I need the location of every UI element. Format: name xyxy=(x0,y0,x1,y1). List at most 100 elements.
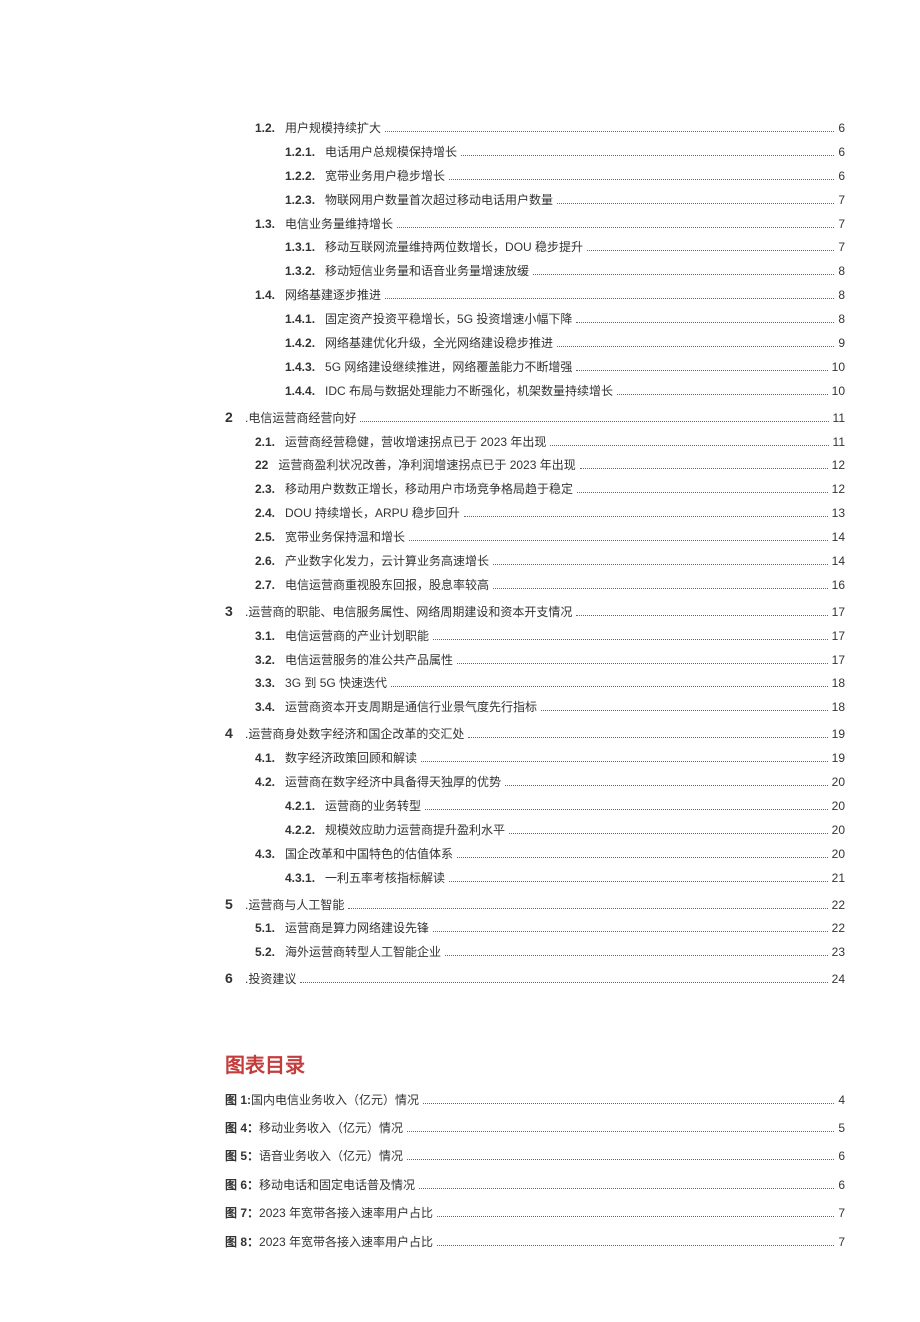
toc-entry[interactable]: 1.4.4.IDC 布局与数据处理能力不断强化，机架数量持续增长10 xyxy=(225,383,845,400)
toc-entry[interactable]: 1.3.1.移动互联网流量维持两位数增长，DOU 稳步提升7 xyxy=(225,239,845,256)
toc-entry[interactable]: 1.2.2.宽带业务用户稳步增长6 xyxy=(225,168,845,185)
toc-page-number: 17 xyxy=(832,628,845,645)
toc-number: 1.4. xyxy=(255,287,285,304)
toc-entry[interactable]: 1.2.1.电话用户总规模保持增长6 xyxy=(225,144,845,161)
toc-entry[interactable]: 1.2.用户规模持续扩大6 xyxy=(225,120,845,137)
toc-entry[interactable]: 3.3.3G 到 5G 快速迭代18 xyxy=(225,675,845,692)
toc-entry[interactable]: 4.2.2.规模效应助力运营商提升盈利水平20 xyxy=(225,822,845,839)
toc-title: 运营商在数字经济中具备得天独厚的优势 xyxy=(285,774,501,791)
toc-entry[interactable]: 4.3.国企改革和中国特色的估值体系20 xyxy=(225,846,845,863)
toc-entry[interactable]: 4.2.1.运营商的业务转型20 xyxy=(225,798,845,815)
toc-title: .运营商身处数字经济和国企改革的交汇处 xyxy=(245,726,464,743)
toc-number: 1.4.2. xyxy=(285,335,325,352)
toc-entry[interactable]: 4.3.1.一利五率考核指标解读21 xyxy=(225,870,845,887)
toc-entry[interactable]: 2.1.运营商经营稳健，营收增速拐点已于 2023 年出现11 xyxy=(225,434,845,451)
figure-entry[interactable]: 图 4：移动业务收入（亿元）情况5 xyxy=(225,1120,845,1137)
toc-entry[interactable]: 1.2.3.物联网用户数量首次超过移动电话用户数量7 xyxy=(225,192,845,209)
toc-entry[interactable]: 3.4.运营商资本开支周期是通信行业景气度先行指标18 xyxy=(225,699,845,716)
toc-page-number: 10 xyxy=(832,359,845,376)
toc-leader xyxy=(433,931,828,932)
toc-entry[interactable]: 3.运营商的职能、电信服务属性、网络周期建设和资本开支情况17 xyxy=(225,601,845,621)
toc-entry[interactable]: 1.3.2.移动短信业务量和语音业务量增速放缓8 xyxy=(225,263,845,280)
toc-leader xyxy=(541,710,828,711)
toc-entry[interactable]: 6.投资建议24 xyxy=(225,968,845,988)
toc-number: 1.4.1. xyxy=(285,311,325,328)
figure-entry[interactable]: 图 5：语音业务收入（亿元）情况6 xyxy=(225,1148,845,1165)
figure-leader xyxy=(437,1245,834,1246)
toc-leader xyxy=(461,155,834,156)
toc-leader xyxy=(300,982,827,983)
toc-entry[interactable]: 1.4.网络基建逐步推进8 xyxy=(225,287,845,304)
toc-number: 1.2. xyxy=(255,120,285,137)
toc-number: 1.3.2. xyxy=(285,263,325,280)
figure-entry[interactable]: 图 7：2023 年宽带各接入速率用户占比7 xyxy=(225,1205,845,1222)
toc-entry[interactable]: 1.3.电信业务量维持增长7 xyxy=(225,216,845,233)
figure-label: 图 6：移动电话和固定电话普及情况 xyxy=(225,1177,415,1194)
toc-leader xyxy=(397,227,834,228)
toc-leader xyxy=(493,564,828,565)
toc-number: 1.2.2. xyxy=(285,168,325,185)
toc-number: 4 xyxy=(225,723,245,743)
toc-entry[interactable]: 3.2.电信运营服务的准公共产品属性17 xyxy=(225,652,845,669)
toc-page-number: 8 xyxy=(838,263,845,280)
toc-entry[interactable]: 1.4.3.5G 网络建设继续推进，网络覆盖能力不断增强10 xyxy=(225,359,845,376)
toc-number: 6 xyxy=(225,968,245,988)
toc-leader xyxy=(385,131,834,132)
toc-entry[interactable]: 4.运营商身处数字经济和国企改革的交汇处19 xyxy=(225,723,845,743)
toc-entry[interactable]: 1.4.2.网络基建优化升级，全光网络建设稳步推进9 xyxy=(225,335,845,352)
toc-page-number: 17 xyxy=(832,652,845,669)
toc-entry[interactable]: 4.2.运营商在数字经济中具备得天独厚的优势20 xyxy=(225,774,845,791)
toc-entry[interactable]: 2.6.产业数字化发力，云计算业务高速增长14 xyxy=(225,553,845,570)
figure-entry[interactable]: 图 1:国内电信业务收入（亿元）情况4 xyxy=(225,1092,845,1109)
toc-title: 运营商的业务转型 xyxy=(325,798,421,815)
toc-entry[interactable]: 2.3.移动用户数数正增长，移动用户市场竞争格局趋于稳定12 xyxy=(225,481,845,498)
toc-page-number: 20 xyxy=(832,798,845,815)
toc-entry[interactable]: 5.2.海外运营商转型人工智能企业23 xyxy=(225,944,845,961)
toc-page-number: 17 xyxy=(832,604,845,621)
toc-title: 宽带业务保持温和增长 xyxy=(285,529,405,546)
figure-page-number: 5 xyxy=(838,1120,845,1137)
toc-leader xyxy=(449,179,834,180)
toc-title: 产业数字化发力，云计算业务高速增长 xyxy=(285,553,489,570)
toc-entry[interactable]: 5.运营商与人工智能22 xyxy=(225,894,845,914)
toc-number: 3.4. xyxy=(255,699,285,716)
toc-title: 3G 到 5G 快速迭代 xyxy=(285,675,387,692)
toc-title: 电话用户总规模保持增长 xyxy=(325,144,457,161)
toc-title: 用户规模持续扩大 xyxy=(285,120,381,137)
toc-page-number: 6 xyxy=(838,168,845,185)
toc-number: 1.3. xyxy=(255,216,285,233)
toc-entry[interactable]: 2.7.电信运营商重视股东回报，股息率较高16 xyxy=(225,577,845,594)
figure-number: 图 5： xyxy=(225,1149,259,1163)
toc-title: IDC 布局与数据处理能力不断强化，机架数量持续增长 xyxy=(325,383,613,400)
toc-entry[interactable]: 2.4.DOU 持续增长，ARPU 稳步回升13 xyxy=(225,505,845,522)
toc-entry[interactable]: 4.1.数字经济政策回顾和解读19 xyxy=(225,750,845,767)
toc-title: 网络基建逐步推进 xyxy=(285,287,381,304)
toc-page-number: 22 xyxy=(832,920,845,937)
toc-page-number: 20 xyxy=(832,846,845,863)
toc-page-number: 6 xyxy=(838,144,845,161)
figure-entry[interactable]: 图 8：2023 年宽带各接入速率用户占比 7 xyxy=(225,1234,845,1251)
toc-entry[interactable]: 22运营商盈利状况改善，净利润增速拐点已于 2023 年出现12 xyxy=(225,457,845,474)
toc-entry[interactable]: 3.1.电信运营商的产业计划职能17 xyxy=(225,628,845,645)
figure-page-number: 6 xyxy=(838,1177,845,1194)
toc-entry[interactable]: 2.5.宽带业务保持温和增长14 xyxy=(225,529,845,546)
toc-leader xyxy=(576,615,827,616)
toc-leader xyxy=(421,761,828,762)
figure-label: 图 8：2023 年宽带各接入速率用户占比 xyxy=(225,1234,433,1251)
toc-entry[interactable]: 1.4.1.固定资产投资平稳增长，5G 投资增速小幅下降8 xyxy=(225,311,845,328)
toc-leader xyxy=(505,785,828,786)
toc-entry[interactable]: 5.1.运营商是算力网络建设先锋22 xyxy=(225,920,845,937)
figure-entry[interactable]: 图 6：移动电话和固定电话普及情况 6 xyxy=(225,1177,845,1194)
figure-page-number: 7 xyxy=(838,1205,845,1222)
table-of-contents: 1.2.用户规模持续扩大61.2.1.电话用户总规模保持增长61.2.2.宽带业… xyxy=(225,120,845,989)
toc-leader xyxy=(457,663,828,664)
figure-label: 图 5：语音业务收入（亿元）情况 xyxy=(225,1148,403,1165)
toc-leader xyxy=(457,857,828,858)
toc-title: 网络基建优化升级，全光网络建设稳步推进 xyxy=(325,335,553,352)
toc-title: 电信运营商的产业计划职能 xyxy=(285,628,429,645)
figure-page-number: 7 xyxy=(838,1234,845,1251)
toc-leader xyxy=(385,298,834,299)
toc-number: 2.6. xyxy=(255,553,285,570)
toc-page-number: 20 xyxy=(832,822,845,839)
toc-entry[interactable]: 2.电信运营商经营向好11 xyxy=(225,407,845,427)
